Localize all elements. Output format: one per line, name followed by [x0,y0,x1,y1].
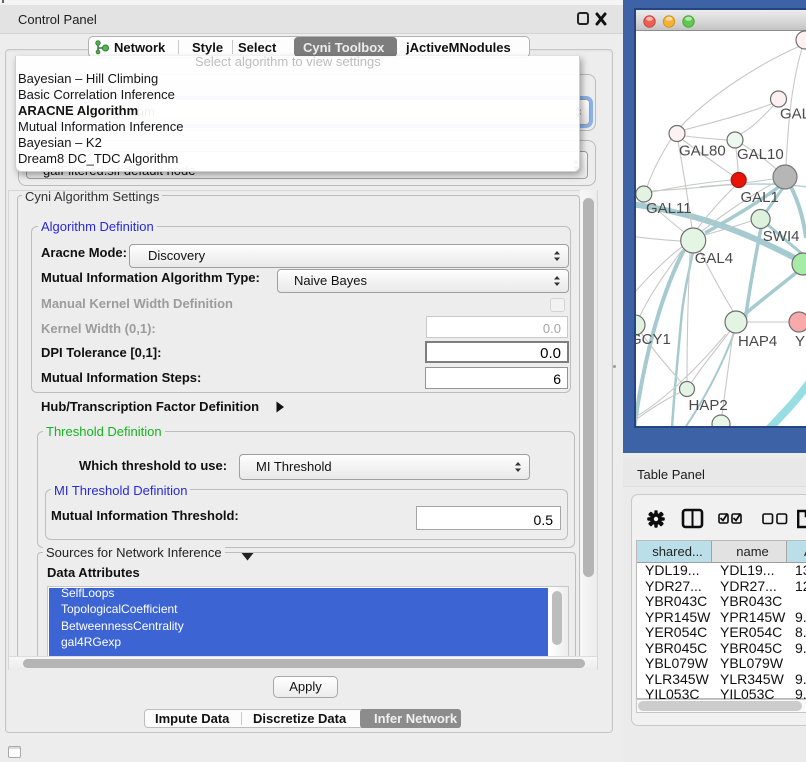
svg-text:GAL1: GAL1 [741,189,779,206]
svg-text:GAL11: GAL11 [646,200,692,217]
svg-text:GAL8: GAL8 [780,106,806,123]
svg-text:GAL4: GAL4 [695,250,733,267]
svg-text:GAL10: GAL10 [737,146,784,163]
svg-text:HAP4: HAP4 [738,333,777,350]
svg-text:YM: YM [795,333,806,350]
svg-text:GAL80: GAL80 [679,143,726,160]
svg-text:HAP2: HAP2 [689,397,728,414]
svg-text:SWI4: SWI4 [763,228,800,245]
svg-text:GCY1: GCY1 [636,331,671,348]
